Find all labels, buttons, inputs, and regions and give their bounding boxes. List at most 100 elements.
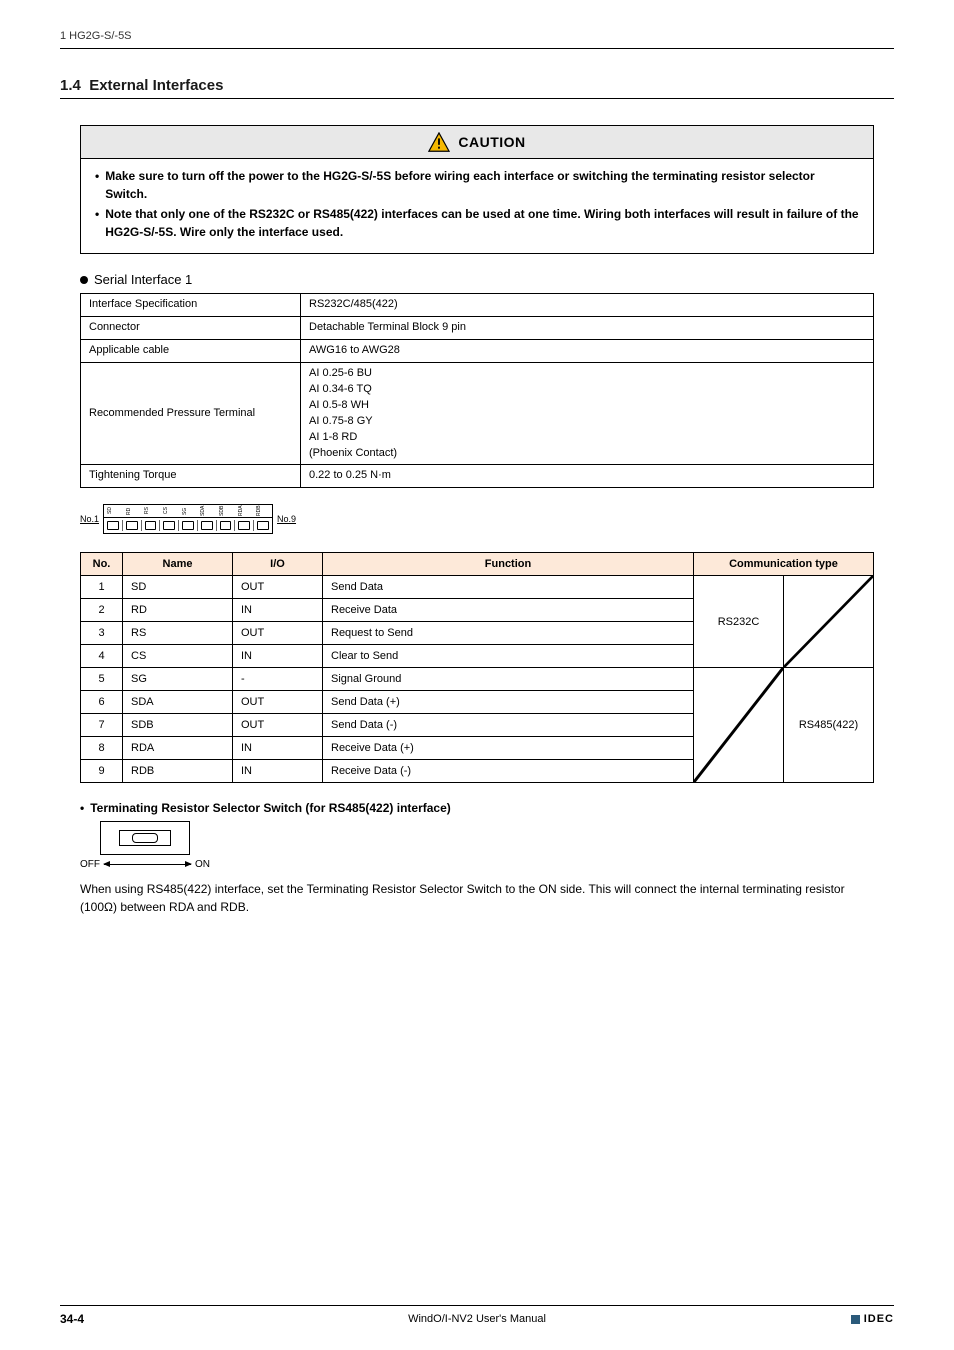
cell-name: RS: [123, 622, 233, 645]
col-io-header: I/O: [233, 553, 323, 576]
cell-function: Signal Ground: [323, 668, 694, 691]
spec-table: Interface Specification RS232C/485(422) …: [80, 293, 874, 488]
comm-rs232c-cell: RS232C: [694, 576, 784, 668]
terminal-block-figure: No.1 SDRDRSCSSGSDASDBRDARDB No.9: [80, 502, 874, 536]
cell-function: Send Data (-): [323, 714, 694, 737]
header-rule: [60, 48, 894, 49]
switch-figure: OFF ON: [80, 821, 210, 870]
cell-io: OUT: [233, 622, 323, 645]
page-number: 34-4: [60, 1312, 84, 1326]
brand-square-icon: [851, 1315, 860, 1324]
page-footer: 34-4 WindO/I-NV2 User's Manual IDEC: [60, 1305, 894, 1326]
cell-no: 4: [81, 645, 123, 668]
cell-no: 6: [81, 691, 123, 714]
comm-split-top: [784, 576, 874, 668]
cell-io: IN: [233, 760, 323, 783]
cell-function: Receive Data (-): [323, 760, 694, 783]
serial-interface-label: Serial Interface 1: [94, 272, 192, 287]
cell-name: RDB: [123, 760, 233, 783]
caution-item: Note that only one of the RS232C or RS48…: [95, 205, 859, 241]
spec-label: Applicable cable: [81, 339, 301, 362]
warning-icon: [428, 132, 450, 152]
col-function-header: Function: [323, 553, 694, 576]
comm-split-bottom: [694, 668, 784, 783]
cell-function: Send Data: [323, 576, 694, 599]
col-no-header: No.: [81, 553, 123, 576]
caution-body: Make sure to turn off the power to the H…: [81, 159, 873, 253]
cell-function: Clear to Send: [323, 645, 694, 668]
cell-no: 1: [81, 576, 123, 599]
signal-table: No. Name I/O Function Communication type…: [80, 552, 874, 783]
cell-name: RD: [123, 599, 233, 622]
table-row: Connector Detachable Terminal Block 9 pi…: [81, 316, 874, 339]
table-row: Interface Specification RS232C/485(422): [81, 294, 874, 317]
cell-io: OUT: [233, 576, 323, 599]
table-row: Tightening Torque 0.22 to 0.25 N·m: [81, 465, 874, 488]
serial-interface-heading: Serial Interface 1: [80, 272, 874, 287]
cell-name: SDB: [123, 714, 233, 737]
cell-io: IN: [233, 645, 323, 668]
page-header: 1 HG2G-S/-5S: [60, 30, 894, 42]
cell-io: IN: [233, 737, 323, 760]
section-number: 1.4: [60, 77, 81, 94]
section-rule: [60, 98, 894, 99]
table-row: Applicable cable AWG16 to AWG28: [81, 339, 874, 362]
spec-label: Tightening Torque: [81, 465, 301, 488]
spec-label: Connector: [81, 316, 301, 339]
section-heading: 1.4 External Interfaces: [60, 77, 894, 94]
cell-name: RDA: [123, 737, 233, 760]
cell-function: Receive Data: [323, 599, 694, 622]
footer-title: WindO/I-NV2 User's Manual: [408, 1313, 546, 1325]
spec-value: 0.22 to 0.25 N·m: [301, 465, 874, 488]
spec-value: Detachable Terminal Block 9 pin: [301, 316, 874, 339]
caution-box: CAUTION Make sure to turn off the power …: [80, 125, 874, 254]
switch-off-label: OFF: [80, 859, 100, 870]
section-title: External Interfaces: [89, 77, 223, 94]
brand-logo: IDEC: [851, 1313, 894, 1325]
spec-label: Recommended Pressure Terminal: [81, 362, 301, 465]
cell-no: 3: [81, 622, 123, 645]
cell-io: OUT: [233, 691, 323, 714]
cell-io: -: [233, 668, 323, 691]
caution-item: Make sure to turn off the power to the H…: [95, 167, 859, 203]
switch-slider: [119, 830, 171, 846]
pin-no9-label: No.9: [277, 514, 296, 524]
switch-labels-row: OFF ON: [80, 859, 210, 870]
brand-text: IDEC: [864, 1313, 894, 1325]
term-switch-note: When using RS485(422) interface, set the…: [80, 880, 874, 916]
cell-no: 2: [81, 599, 123, 622]
term-switch-heading: Terminating Resistor Selector Switch (fo…: [80, 801, 874, 815]
pin-no1-label: No.1: [80, 514, 99, 524]
cell-function: Request to Send: [323, 622, 694, 645]
table-row: 1 SD OUT Send Data RS232C: [81, 576, 874, 599]
cell-name: SD: [123, 576, 233, 599]
cell-name: CS: [123, 645, 233, 668]
cell-name: SG: [123, 668, 233, 691]
comm-rs485-cell: RS485(422): [784, 668, 874, 783]
caution-label: CAUTION: [458, 134, 525, 150]
cell-no: 9: [81, 760, 123, 783]
cell-no: 7: [81, 714, 123, 737]
spec-value: AI 0.25-6 BUAI 0.34-6 TQAI 0.5-8 WHAI 0.…: [301, 362, 874, 465]
table-row: 5 SG - Signal Ground RS485(422): [81, 668, 874, 691]
switch-outer-box: [100, 821, 190, 855]
cell-no: 8: [81, 737, 123, 760]
double-arrow-icon: [104, 864, 191, 865]
bullet-icon: [80, 276, 88, 284]
table-header-row: No. Name I/O Function Communication type: [81, 553, 874, 576]
cell-name: SDA: [123, 691, 233, 714]
cell-function: Send Data (+): [323, 691, 694, 714]
spec-value: RS232C/485(422): [301, 294, 874, 317]
caution-header: CAUTION: [81, 126, 873, 159]
cell-no: 5: [81, 668, 123, 691]
cell-io: IN: [233, 599, 323, 622]
col-name-header: Name: [123, 553, 233, 576]
spec-label: Interface Specification: [81, 294, 301, 317]
col-comm-header: Communication type: [694, 553, 874, 576]
terminal-block: SDRDRSCSSGSDASDBRDARDB: [103, 504, 273, 534]
switch-on-label: ON: [195, 859, 210, 870]
spec-value: AWG16 to AWG28: [301, 339, 874, 362]
cell-function: Receive Data (+): [323, 737, 694, 760]
cell-io: OUT: [233, 714, 323, 737]
table-row: Recommended Pressure Terminal AI 0.25-6 …: [81, 362, 874, 465]
